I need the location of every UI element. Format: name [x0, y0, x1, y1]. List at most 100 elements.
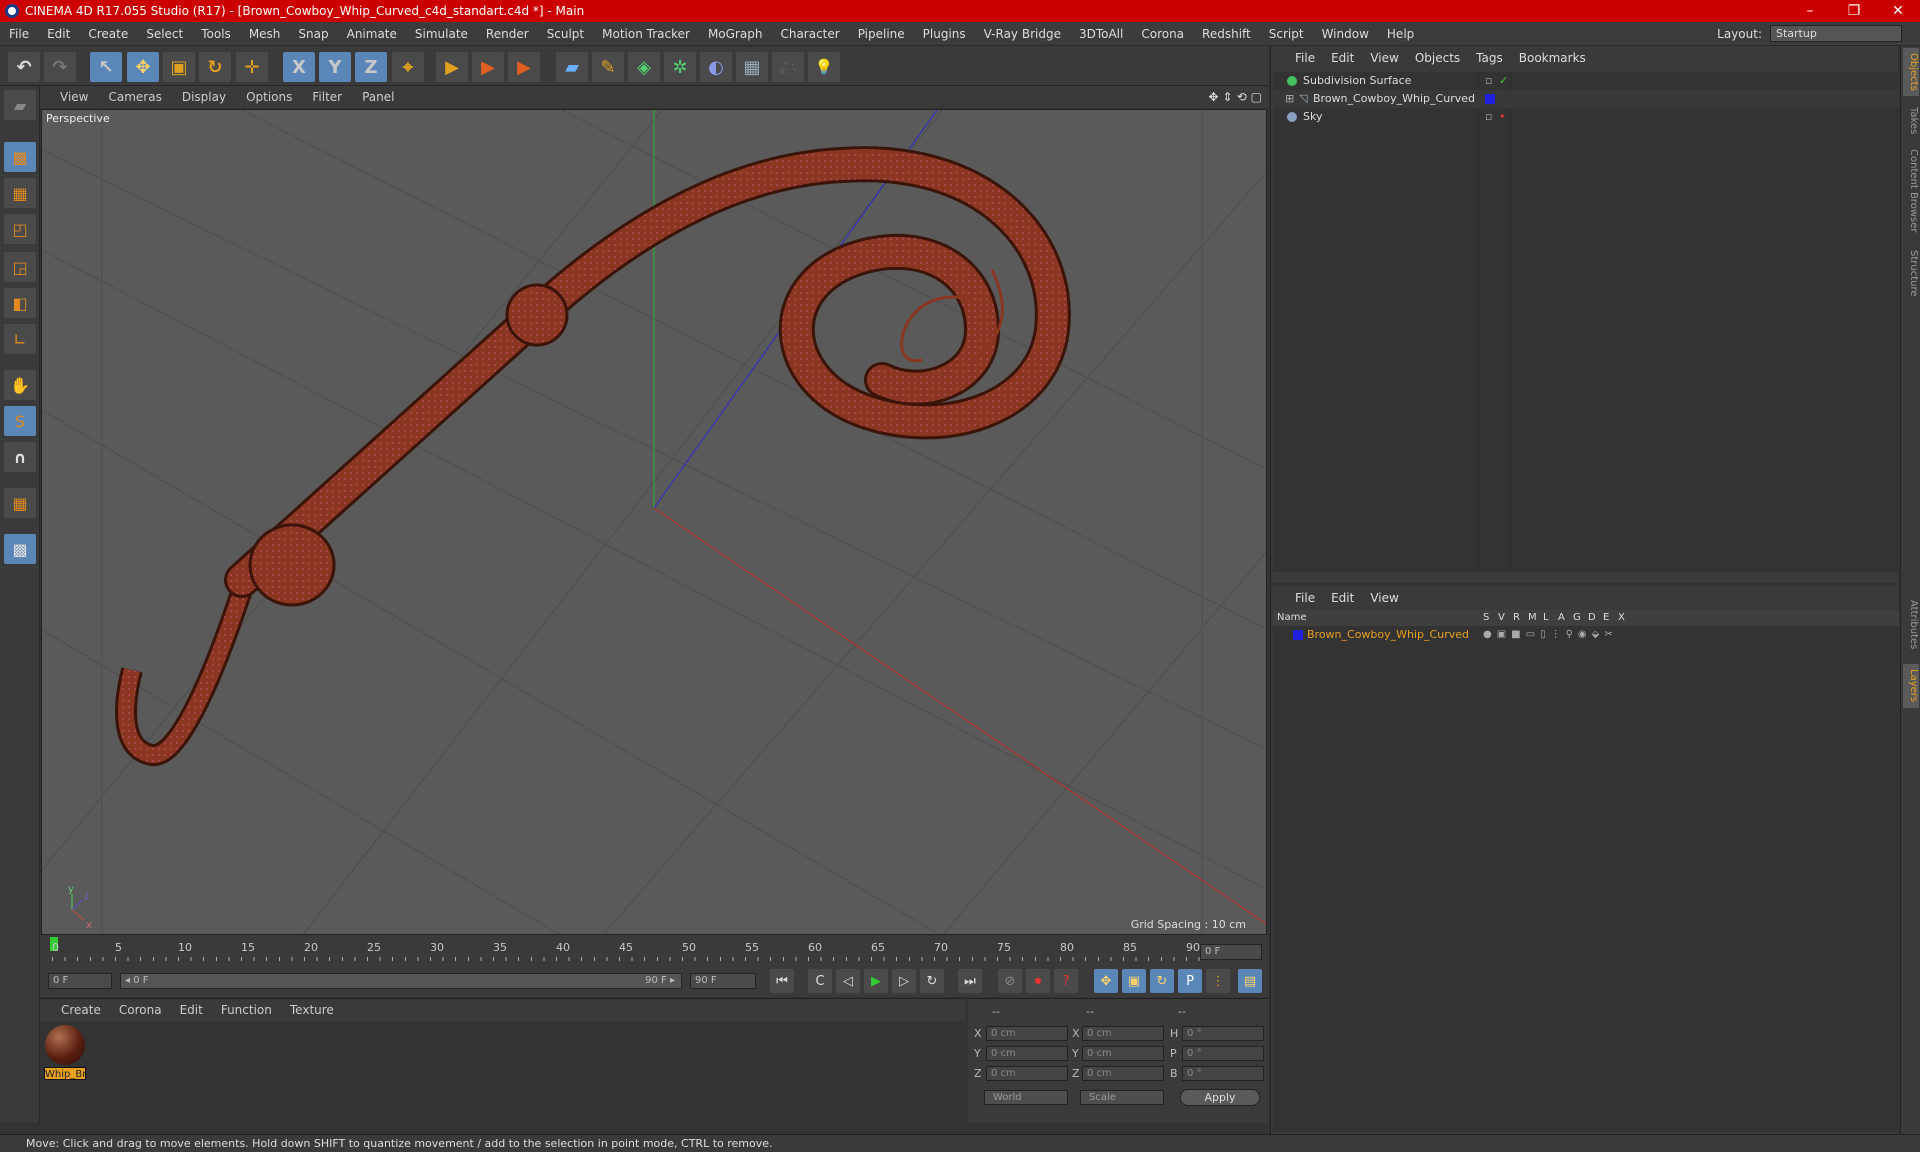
expand-icon[interactable]: ⊞: [1285, 90, 1294, 108]
key-position-button[interactable]: ✥: [1094, 969, 1118, 993]
menu-window[interactable]: Window: [1313, 27, 1378, 41]
x-axis-button[interactable]: X: [283, 52, 315, 82]
layer-color-swatch[interactable]: [1293, 630, 1303, 640]
menu-file[interactable]: File: [0, 27, 38, 41]
menu-pipeline[interactable]: Pipeline: [849, 27, 914, 41]
orbit-icon[interactable]: ⟲: [1237, 90, 1247, 104]
coordinate-system-button[interactable]: ⌖: [392, 52, 424, 82]
layer-color-swatch[interactable]: [1485, 94, 1495, 104]
rotate-tool-button[interactable]: ↻: [199, 52, 231, 82]
subdivision-surface-button[interactable]: ◈: [628, 52, 660, 82]
object-menu-file[interactable]: File: [1287, 51, 1323, 65]
object-menu-edit[interactable]: Edit: [1323, 51, 1362, 65]
tab-content-browser[interactable]: Content Browser: [1903, 146, 1919, 236]
pan-icon[interactable]: ✥: [1208, 90, 1218, 104]
texture-mode-icon[interactable]: ▦: [4, 178, 36, 208]
menu-animate[interactable]: Animate: [338, 27, 406, 41]
menu-tools[interactable]: Tools: [192, 27, 240, 41]
cube-object-button[interactable]: ▰: [556, 52, 588, 82]
deformer-button[interactable]: ◐: [700, 52, 732, 82]
move-tool-button[interactable]: ✥: [127, 52, 159, 82]
menu-edit[interactable]: Edit: [38, 27, 79, 41]
key-scale-button[interactable]: ▣: [1122, 969, 1146, 993]
goto-start-button[interactable]: ⏮: [770, 969, 794, 993]
render-dot-icon[interactable]: •: [1499, 108, 1506, 126]
current-frame-field[interactable]: 0 F: [1200, 944, 1262, 960]
tab-structure[interactable]: Structure: [1903, 246, 1919, 300]
viewport-menu-view[interactable]: View: [50, 90, 98, 104]
object-menu-objects[interactable]: Objects: [1407, 51, 1468, 65]
viewport-menu-panel[interactable]: Panel: [352, 90, 404, 104]
menu-mograph[interactable]: MoGraph: [699, 27, 772, 41]
tab-objects[interactable]: Objects: [1903, 48, 1919, 96]
tab-takes[interactable]: Takes: [1903, 104, 1919, 138]
layer-flags[interactable]: ●▣■▭▯⋮⚲◉⬙✂: [1483, 626, 1618, 644]
viewport-menu-cameras[interactable]: Cameras: [98, 90, 171, 104]
menu-sculpt[interactable]: Sculpt: [538, 27, 593, 41]
material-menu-create[interactable]: Create: [52, 1003, 110, 1017]
goto-end-button[interactable]: ⏭: [958, 969, 982, 993]
menu-plugins[interactable]: Plugins: [914, 27, 975, 41]
whip-model[interactable]: [115, 146, 1071, 767]
menu-3dtoall[interactable]: 3DToAll: [1070, 27, 1132, 41]
make-editable-icon[interactable]: ▰: [4, 90, 36, 120]
model-mode-icon[interactable]: ▩: [4, 142, 36, 172]
position-z-field[interactable]: 0 cm: [986, 1066, 1068, 1081]
object-menu-tags[interactable]: Tags: [1468, 51, 1511, 65]
snap-icon[interactable]: ∩: [4, 442, 36, 472]
prev-key-button[interactable]: C: [808, 969, 832, 993]
key-parameter-button[interactable]: P: [1178, 969, 1202, 993]
rotation-p-field[interactable]: 0 °: [1182, 1046, 1264, 1061]
menu-corona[interactable]: Corona: [1132, 27, 1193, 41]
points-mode-icon[interactable]: ◲: [4, 252, 36, 282]
material-menu-edit[interactable]: Edit: [171, 1003, 212, 1017]
magnet-icon[interactable]: ▦: [4, 488, 36, 518]
material-thumbnail[interactable]: Whip_Br: [44, 1025, 86, 1081]
workplane-mode-icon[interactable]: ◰: [4, 214, 36, 244]
menu-snap[interactable]: Snap: [289, 27, 337, 41]
layer-menu-view[interactable]: View: [1362, 591, 1406, 605]
light-button[interactable]: 💡: [808, 52, 840, 82]
menu-script[interactable]: Script: [1260, 27, 1313, 41]
layer-row[interactable]: Brown_Cowboy_Whip_Curved ●▣■▭▯⋮⚲◉⬙✂: [1273, 626, 1899, 644]
play-button[interactable]: ▶: [864, 969, 888, 993]
menu-simulate[interactable]: Simulate: [406, 27, 477, 41]
edges-mode-icon[interactable]: ◧: [4, 288, 36, 318]
timeline-ruler[interactable]: 0 5 10 15 20 25 30 35 40 45 50 55 60 65 …: [40, 935, 1268, 965]
autokey-button[interactable]: ⏺: [1026, 969, 1050, 993]
menu-render[interactable]: Render: [477, 27, 538, 41]
object-row-subdivision-surface[interactable]: Subdivision Surface ▫ ✓: [1273, 72, 1899, 90]
object-menu-view[interactable]: View: [1362, 51, 1406, 65]
next-key-button[interactable]: ↻: [920, 969, 944, 993]
viewport-menu-filter[interactable]: Filter: [302, 90, 352, 104]
perspective-viewport[interactable]: y x z Perspective Grid Spacing : 10 cm: [41, 109, 1267, 935]
key-pla-button[interactable]: ⋮: [1206, 969, 1230, 993]
end-frame-field[interactable]: 90 F: [690, 973, 756, 989]
enabled-check-icon[interactable]: ✓: [1499, 72, 1508, 90]
pen-tool-button[interactable]: ✎: [592, 52, 624, 82]
size-y-field[interactable]: 0 cm: [1082, 1046, 1164, 1061]
menu-mesh[interactable]: Mesh: [240, 27, 290, 41]
z-axis-button[interactable]: Z: [355, 52, 387, 82]
menu-vray-bridge[interactable]: V-Ray Bridge: [975, 27, 1070, 41]
material-menu-texture[interactable]: Texture: [281, 1003, 343, 1017]
live-selection-button[interactable]: ↖: [90, 52, 122, 82]
polygons-mode-icon[interactable]: ∟: [4, 324, 36, 354]
cloner-button[interactable]: ✲: [664, 52, 696, 82]
y-axis-button[interactable]: Y: [319, 52, 351, 82]
undo-button[interactable]: ↶: [8, 52, 40, 82]
minimize-button[interactable]: –: [1788, 3, 1832, 19]
object-row-whip[interactable]: ⊞ ◹ Brown_Cowboy_Whip_Curved: [1273, 90, 1899, 108]
material-menu-function[interactable]: Function: [212, 1003, 281, 1017]
render-picture-viewer-button[interactable]: ▶: [472, 52, 504, 82]
lock-workplane-icon[interactable]: ▩: [4, 534, 36, 564]
maximize-button[interactable]: ❐: [1832, 3, 1876, 19]
apply-button[interactable]: Apply: [1180, 1089, 1260, 1106]
render-view-button[interactable]: ▶: [436, 52, 468, 82]
size-x-field[interactable]: 0 cm: [1082, 1026, 1164, 1041]
close-button[interactable]: ✕: [1876, 3, 1920, 19]
size-mode-dropdown[interactable]: Scale: [1080, 1090, 1164, 1105]
rotation-h-field[interactable]: 0 °: [1182, 1026, 1264, 1041]
layer-menu-file[interactable]: File: [1287, 591, 1323, 605]
layout-select[interactable]: Startup: [1770, 25, 1902, 42]
